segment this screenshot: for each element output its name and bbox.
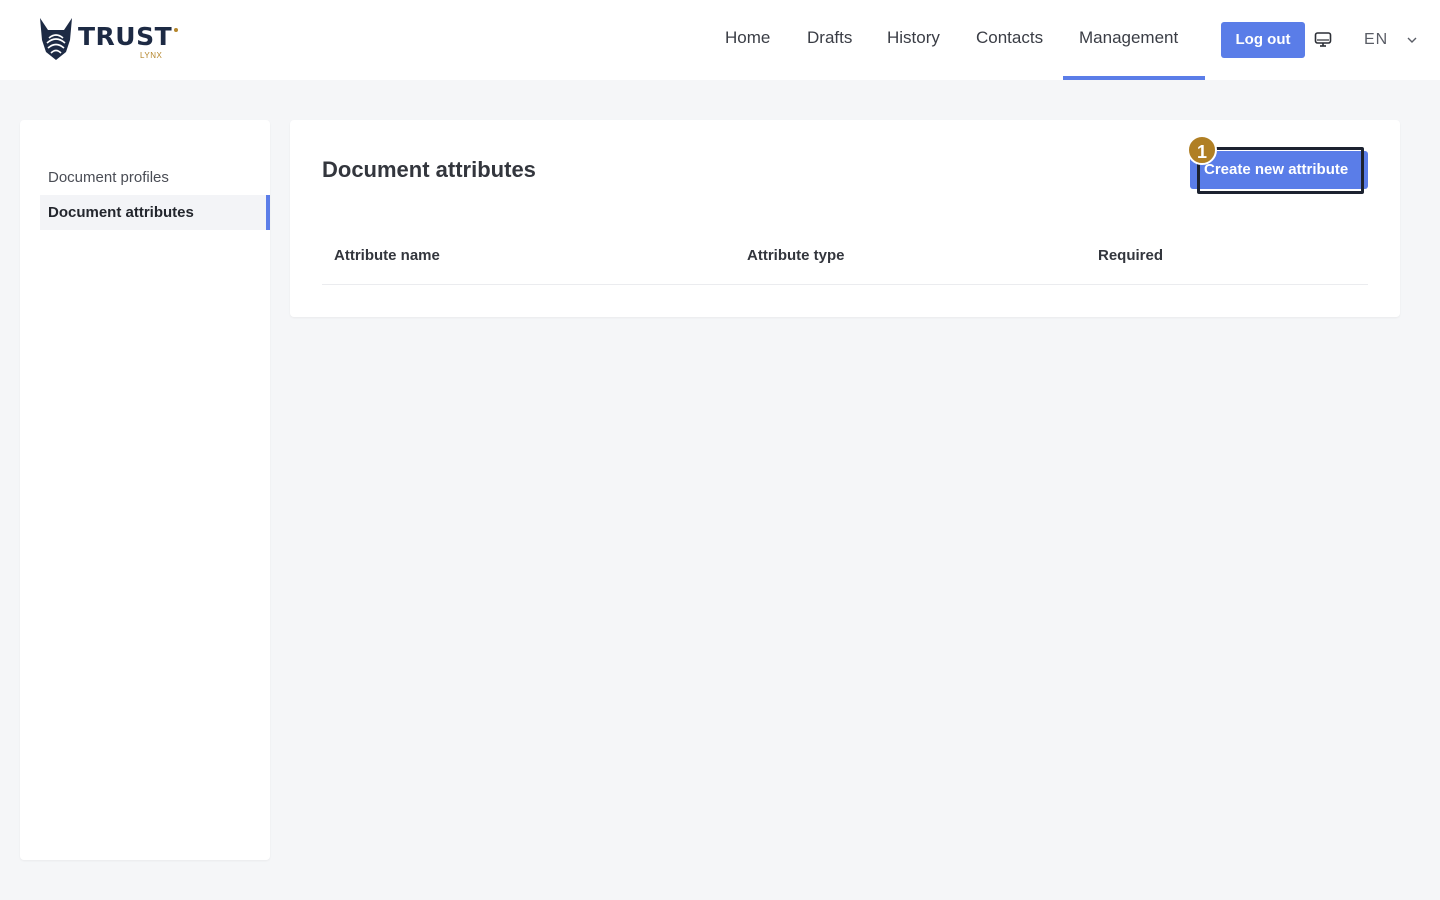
nav-drafts[interactable]: Drafts bbox=[807, 28, 852, 48]
language-selector[interactable]: EN bbox=[1364, 31, 1388, 49]
nav-history[interactable]: History bbox=[887, 28, 940, 48]
management-sidebar: Document profiles Document attributes bbox=[20, 120, 270, 860]
page-title: Document attributes bbox=[322, 157, 536, 182]
sidebar-item-document-attributes[interactable]: Document attributes bbox=[40, 195, 270, 230]
table-header-divider bbox=[322, 284, 1368, 285]
monitor-icon[interactable] bbox=[1313, 30, 1333, 50]
nav-contacts[interactable]: Contacts bbox=[976, 28, 1043, 48]
logo-wordmark: TRUST bbox=[78, 22, 173, 51]
sidebar-item-document-profiles[interactable]: Document profiles bbox=[40, 160, 270, 195]
column-header-required[interactable]: Required bbox=[1098, 247, 1163, 264]
column-header-attribute-type[interactable]: Attribute type bbox=[747, 247, 845, 264]
nav-active-indicator bbox=[1063, 76, 1205, 80]
column-header-attribute-name[interactable]: Attribute name bbox=[334, 247, 440, 264]
logout-button[interactable]: Log out bbox=[1221, 22, 1305, 58]
create-new-attribute-button[interactable]: Create new attribute bbox=[1190, 151, 1368, 189]
step-number-badge: 1 bbox=[1187, 135, 1217, 165]
document-attributes-card: Document attributes Create new attribute… bbox=[290, 120, 1400, 317]
top-navigation-bar: TRUST LYNX Home Drafts History Contacts … bbox=[0, 0, 1440, 80]
logo-subtext: LYNX bbox=[140, 51, 163, 60]
nav-management[interactable]: Management bbox=[1079, 28, 1178, 48]
logo-dot bbox=[174, 28, 178, 32]
nav-home[interactable]: Home bbox=[725, 28, 770, 48]
chevron-down-icon[interactable] bbox=[1405, 33, 1419, 47]
trust-lynx-logo[interactable]: TRUST LYNX bbox=[36, 16, 186, 64]
lynx-head-icon bbox=[40, 18, 72, 60]
